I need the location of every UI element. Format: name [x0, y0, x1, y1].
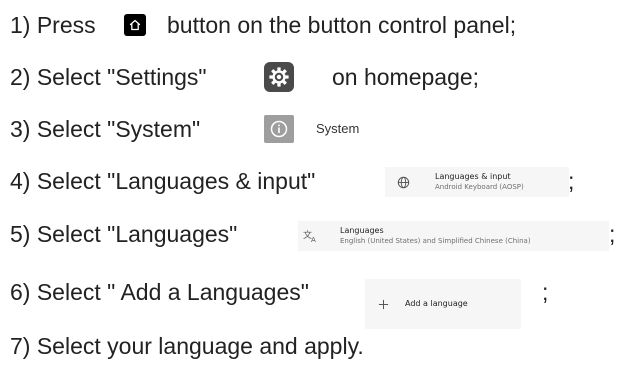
- settings-gear-icon: [264, 62, 294, 92]
- step-5-text: 5) Select "Languages": [10, 221, 238, 247]
- languages-subtitle: English (United States) and Simplified C…: [340, 237, 531, 245]
- step-5-tail: ;: [609, 221, 616, 247]
- step-1: 1) Press button on the button control pa…: [10, 5, 620, 45]
- step-6-text: 6) Select " Add a Languages": [10, 279, 309, 305]
- info-icon: [264, 115, 294, 143]
- add-language-title: Add a language: [405, 299, 468, 308]
- step-4-text: 4) Select "Languages & input": [10, 168, 316, 194]
- step-1-tail: button on the button control panel;: [167, 12, 517, 38]
- step-2-tail: on homepage;: [332, 64, 480, 90]
- step-2-text: 2) Select "Settings": [10, 64, 207, 90]
- step-7: 7) Select your language and apply.: [10, 326, 510, 366]
- languages-input-item: Languages & input Android Keyboard (AOSP…: [385, 167, 569, 197]
- globe-icon: [395, 174, 411, 190]
- add-language-item: Add a language: [365, 279, 521, 329]
- step-5: 5) Select "Languages" 文 A Languages Engl…: [10, 214, 621, 254]
- svg-text:A: A: [311, 236, 316, 243]
- step-4: 4) Select "Languages & input" Languages …: [10, 161, 610, 201]
- home-icon: [124, 14, 146, 36]
- step-2: 2) Select "Settings" on homepage;: [10, 57, 570, 97]
- languages-item: 文 A Languages English (United States) an…: [298, 221, 609, 251]
- plus-icon: [375, 296, 391, 312]
- translate-icon: 文 A: [302, 228, 320, 244]
- step-3-text: 3) Select "System": [10, 116, 201, 142]
- system-menu-label: System: [316, 121, 360, 136]
- step-6: 6) Select " Add a Languages" Add a langu…: [10, 272, 570, 329]
- step-6-tail: ;: [542, 279, 549, 305]
- languages-input-subtitle: Android Keyboard (AOSP): [435, 183, 524, 191]
- languages-title: Languages: [340, 226, 384, 235]
- step-3: 3) Select "System" System: [10, 109, 410, 149]
- step-1-text: 1) Press: [10, 12, 96, 38]
- step-4-tail: ;: [568, 168, 575, 194]
- languages-input-title: Languages & input: [435, 172, 511, 181]
- step-7-text: 7) Select your language and apply.: [10, 333, 364, 359]
